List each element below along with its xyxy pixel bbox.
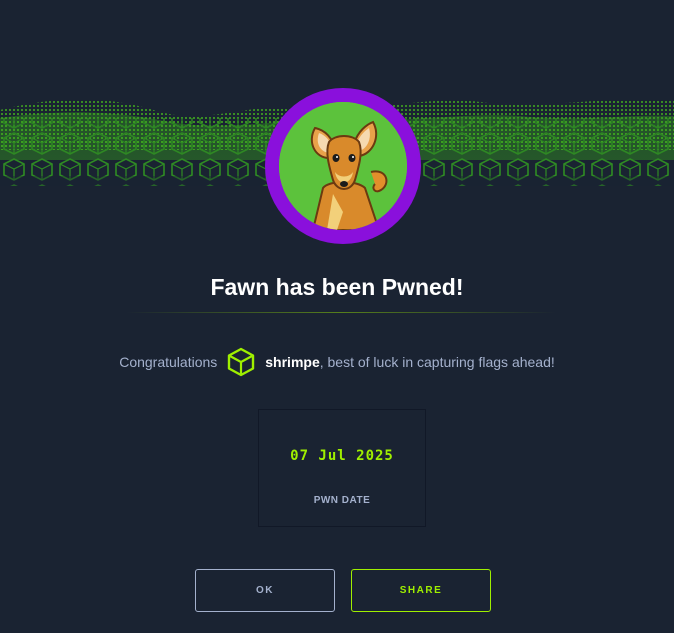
page-title: Fawn has been Pwned! [210,274,464,300]
share-button[interactable]: SHARE [351,569,491,612]
pwn-date-card: 07 Jul 2025 PWN DATE [258,409,426,527]
congrats-prefix: Congratulations [119,354,218,370]
fawn-illustration [279,102,407,230]
avatar-inner [279,102,407,230]
title-divider [126,312,556,313]
fawn-avatar-icon [265,88,421,244]
ok-button[interactable]: OK [195,569,335,612]
congrats-suffix: , best of luck in capturing flags ahead! [319,354,555,370]
htb-cube-icon [228,347,255,377]
username-link[interactable]: shrimpe [265,354,319,370]
pwn-date-value: 07 Jul 2025 [290,448,394,464]
pwn-date-label: PWN DATE [313,495,371,506]
congrats-message: Congratulations shrimpe, best of luck in… [0,346,674,378]
